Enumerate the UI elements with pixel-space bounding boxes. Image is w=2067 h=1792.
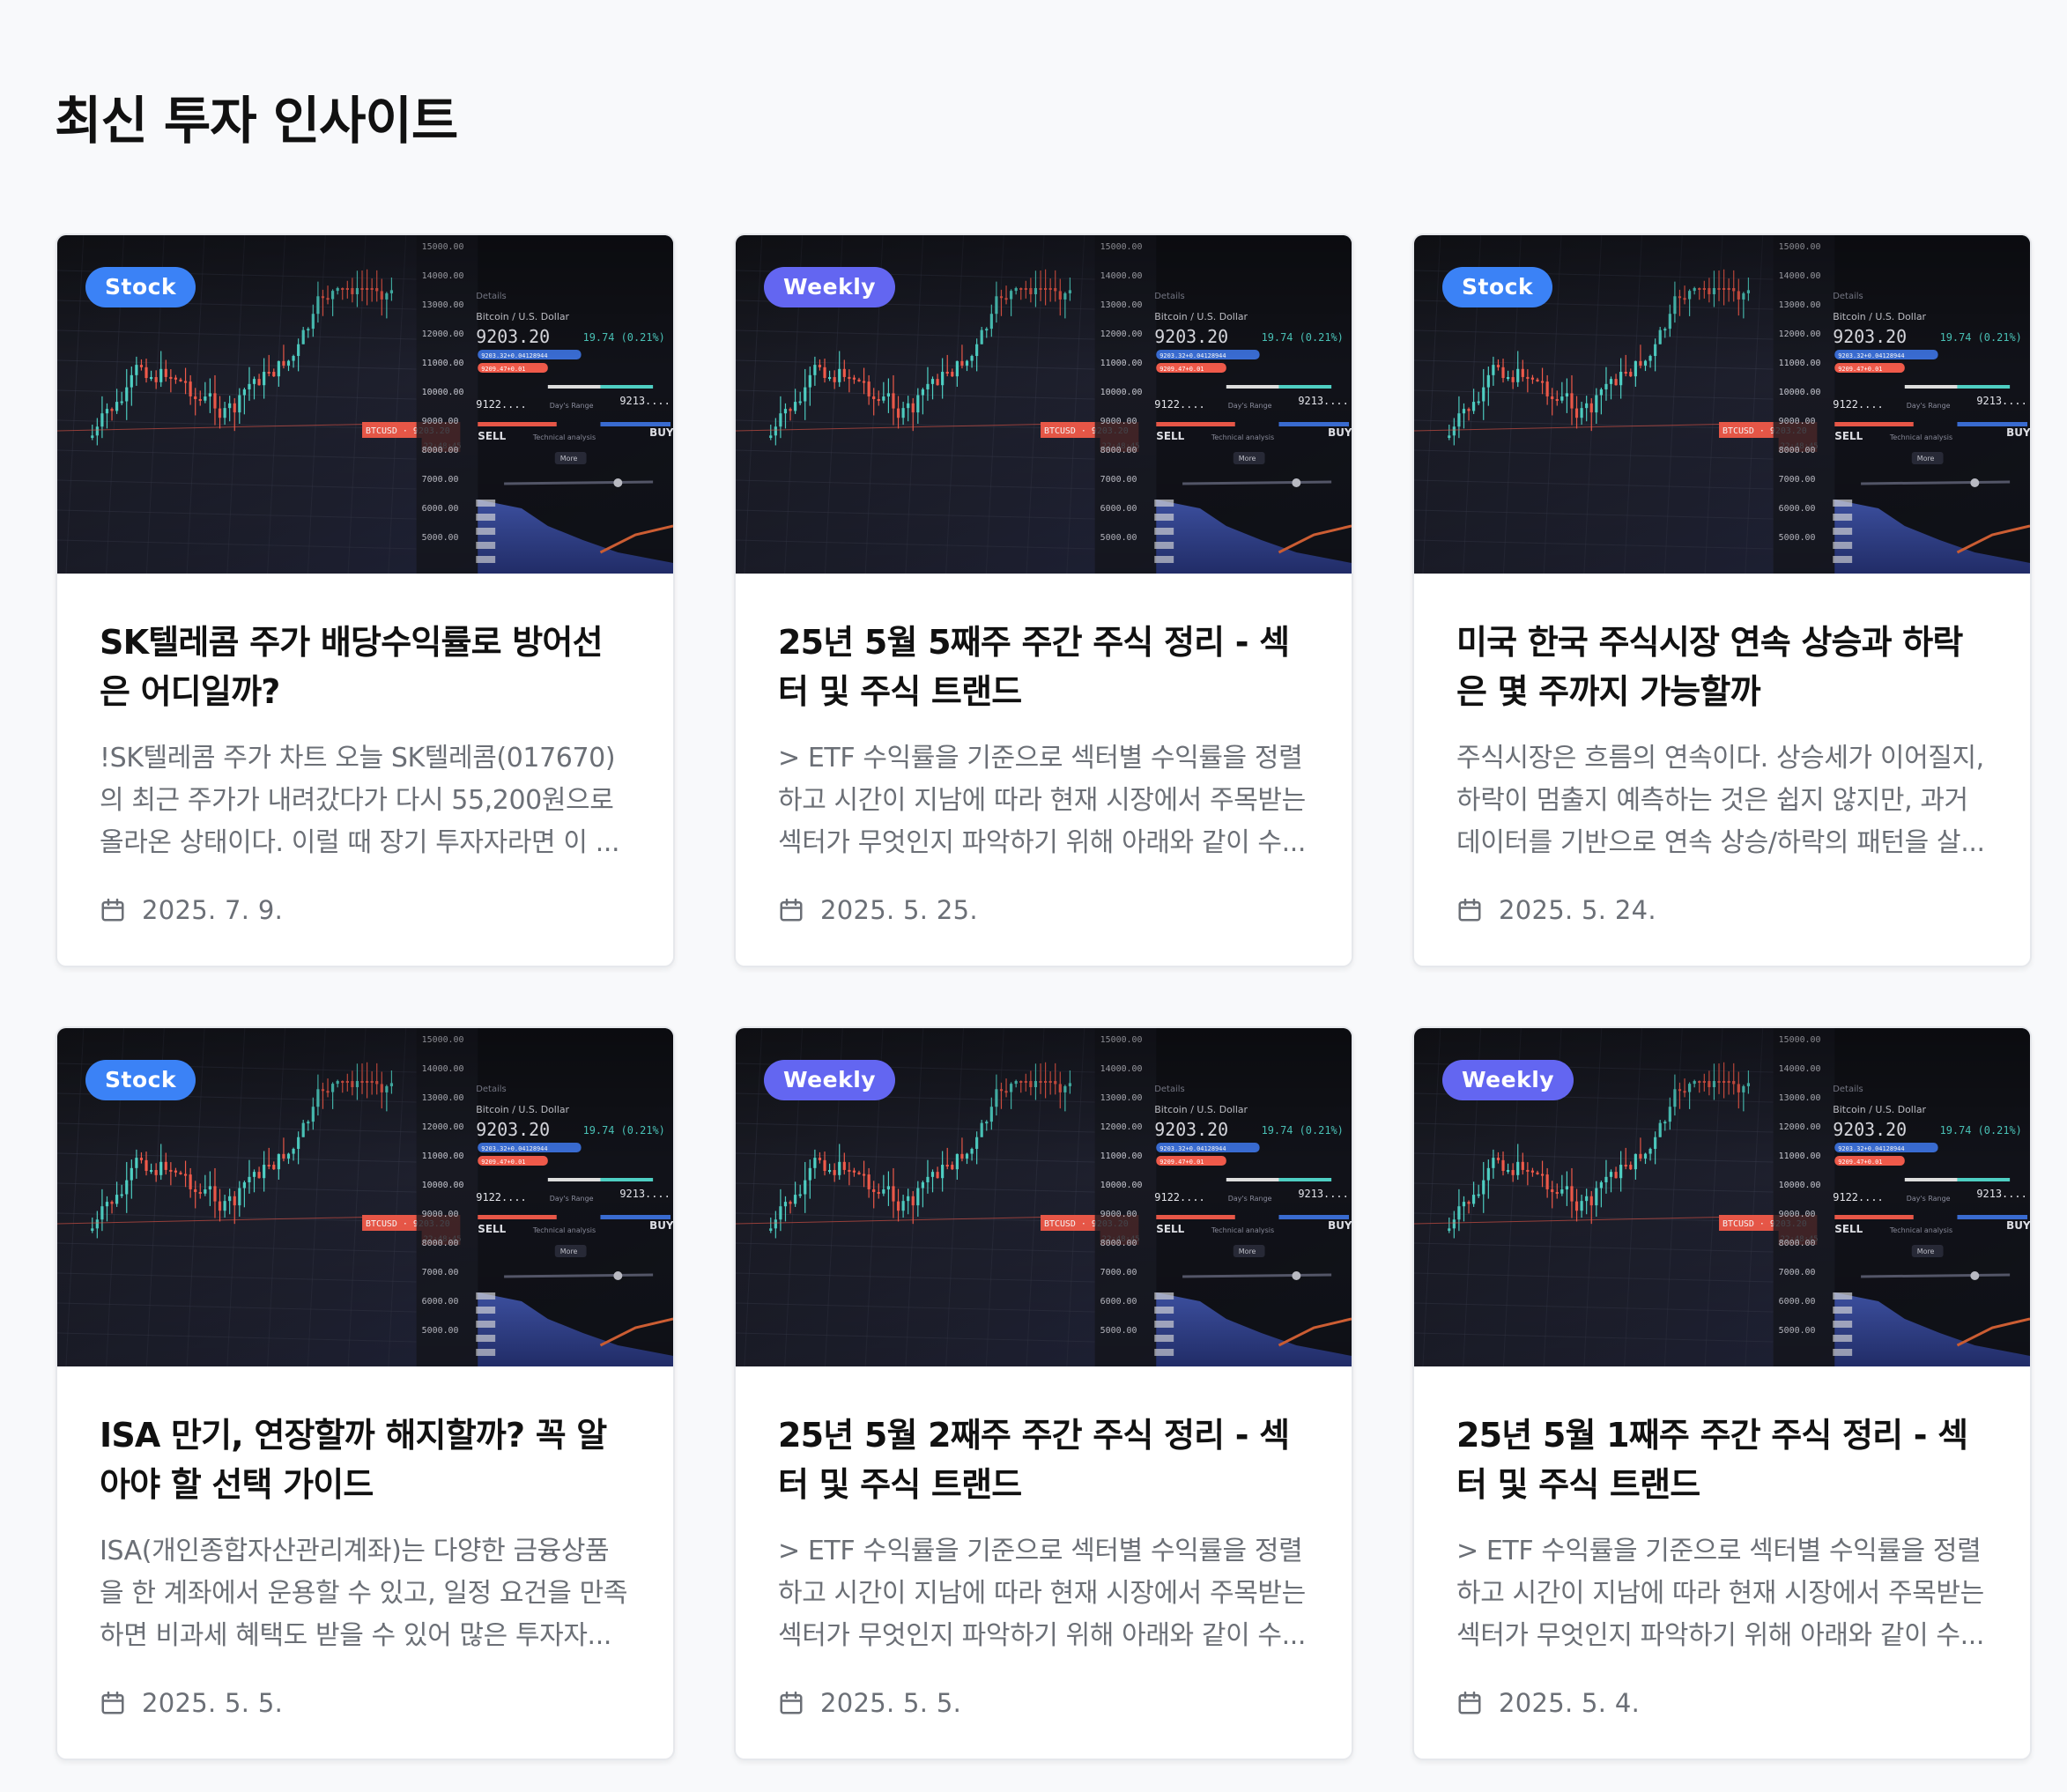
post-date: 2025. 5. 24. bbox=[1499, 895, 1656, 925]
post-title[interactable]: 25년 5월 5째주 주간 주식 정리 - 섹터 및 주식 트랜드 bbox=[778, 618, 1309, 716]
post-date-row: 2025. 5. 25. bbox=[778, 892, 1309, 928]
post-card[interactable]: BTCUSD · 9203.2022:48:4515000.0014000.00… bbox=[56, 1026, 675, 1760]
post-date-row: 2025. 5. 5. bbox=[778, 1685, 1309, 1721]
post-title[interactable]: 25년 5월 2째주 주간 주식 정리 - 섹터 및 주식 트랜드 bbox=[778, 1411, 1309, 1509]
category-badge: Weekly bbox=[764, 1060, 896, 1100]
post-title[interactable]: 25년 5월 1째주 주간 주식 정리 - 섹터 및 주식 트랜드 bbox=[1456, 1411, 1988, 1509]
calendar-icon bbox=[1458, 1691, 1481, 1714]
calendar-icon bbox=[1458, 898, 1481, 922]
category-badge: Stock bbox=[85, 1060, 196, 1100]
category-badge: Stock bbox=[85, 267, 196, 307]
post-date-row: 2025. 5. 24. bbox=[1456, 892, 1988, 928]
page: 최신 투자 인사이트 BTCUSD · 9203.2022:48:4515000… bbox=[0, 0, 2067, 1792]
post-excerpt: > ETF 수익률을 기준으로 섹터별 수익률을 정렬하고 시간이 지남에 따라… bbox=[1456, 1536, 1985, 1651]
post-card[interactable]: BTCUSD · 9203.2022:48:4515000.0014000.00… bbox=[1412, 1026, 2032, 1760]
post-card[interactable]: BTCUSD · 9203.2022:48:4515000.0014000.00… bbox=[56, 233, 675, 967]
post-excerpt: !SK텔레콤 주가 차트 오늘 SK텔레콤(017670)의 최근 주가가 내려… bbox=[100, 743, 620, 858]
category-badge: Weekly bbox=[1442, 1060, 1574, 1100]
post-grid: BTCUSD · 9203.2022:48:4515000.0014000.00… bbox=[56, 233, 2032, 1760]
post-date: 2025. 5. 5. bbox=[820, 1688, 962, 1718]
post-date: 2025. 7. 9. bbox=[142, 895, 284, 925]
post-title[interactable]: ISA 만기, 연장할까 해지할까? 꼭 알아야 할 선택 가이드 bbox=[100, 1411, 631, 1509]
post-card[interactable]: BTCUSD · 9203.2022:48:4515000.0014000.00… bbox=[734, 233, 1353, 967]
category-badge: Stock bbox=[1442, 267, 1553, 307]
post-excerpt: ISA(개인종합자산관리계좌)는 다양한 금융상품을 한 계좌에서 운용할 수 … bbox=[100, 1536, 628, 1651]
post-date-row: 2025. 5. 4. bbox=[1456, 1685, 1988, 1721]
post-excerpt: > ETF 수익률을 기준으로 섹터별 수익률을 정렬하고 시간이 지남에 따라… bbox=[778, 743, 1307, 858]
post-date: 2025. 5. 4. bbox=[1499, 1688, 1641, 1718]
page-title: 최신 투자 인사이트 bbox=[55, 91, 458, 151]
calendar-icon bbox=[780, 898, 803, 922]
calendar-icon bbox=[780, 1691, 803, 1714]
post-date-row: 2025. 5. 5. bbox=[100, 1685, 631, 1721]
calendar-icon bbox=[101, 1691, 124, 1714]
post-title[interactable]: 미국 한국 주식시장 연속 상승과 하락은 몇 주까지 가능할까 bbox=[1456, 618, 1988, 716]
post-excerpt: 주식시장은 흐름의 연속이다. 상승세가 이어질지, 하락이 멈출지 예측하는 … bbox=[1456, 743, 1985, 858]
post-date: 2025. 5. 5. bbox=[142, 1688, 284, 1718]
post-date: 2025. 5. 25. bbox=[820, 895, 978, 925]
post-title[interactable]: SK텔레콤 주가 배당수익률로 방어선은 어디일까? bbox=[100, 618, 631, 716]
post-card[interactable]: BTCUSD · 9203.2022:48:4515000.0014000.00… bbox=[1412, 233, 2032, 967]
calendar-icon bbox=[101, 898, 124, 922]
post-card[interactable]: BTCUSD · 9203.2022:48:4515000.0014000.00… bbox=[734, 1026, 1353, 1760]
post-date-row: 2025. 7. 9. bbox=[100, 892, 631, 928]
post-excerpt: > ETF 수익률을 기준으로 섹터별 수익률을 정렬하고 시간이 지남에 따라… bbox=[778, 1536, 1307, 1651]
category-badge: Weekly bbox=[764, 267, 896, 307]
